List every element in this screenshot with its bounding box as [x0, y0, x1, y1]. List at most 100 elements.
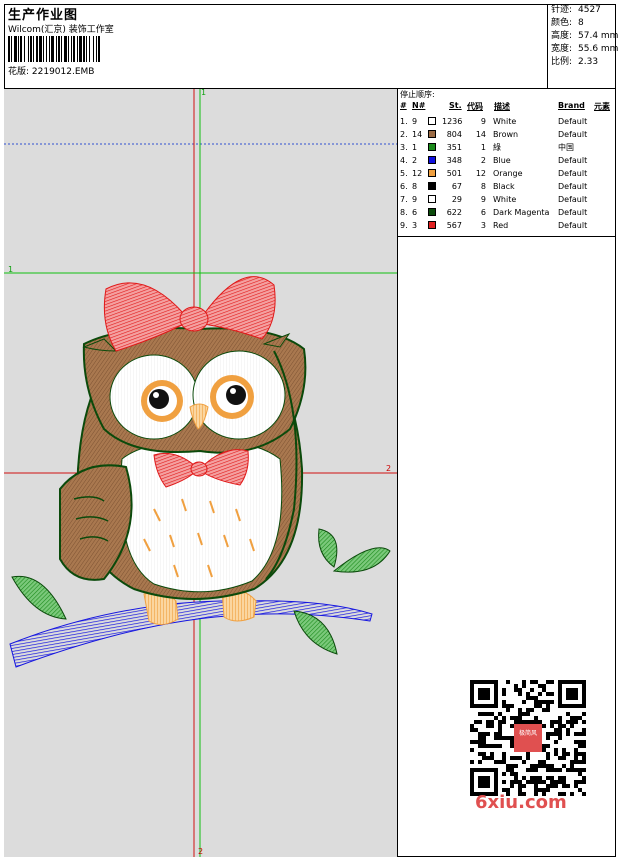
leaf-right [332, 547, 391, 573]
legend-cell-brand: Default [558, 221, 588, 230]
color-swatch [428, 195, 436, 203]
legend-cell-brand: Default [558, 182, 588, 191]
legend-cell-st: 67 [451, 182, 462, 191]
stat-scale: 比例: 2.33 [548, 56, 616, 69]
legend-cell-num: 1. [400, 117, 408, 126]
legend-cell-n: 14 [412, 130, 423, 139]
legend-cell-num: 7. [400, 195, 408, 204]
legend-header-element: 元素 [594, 102, 610, 111]
legend-cell-n: 3 [412, 221, 418, 230]
legend-cell-brand: Default [558, 130, 588, 139]
axis-mark-right: 2 [386, 464, 392, 473]
stat-label: 宽度: [551, 44, 573, 54]
qr-code: 极简风 [470, 680, 586, 800]
legend-cell-num: 6. [400, 182, 408, 191]
legend-cell-num: 8. [400, 208, 408, 217]
legend-cell-desc: White [493, 117, 517, 126]
legend-cell-st: 351 [446, 143, 462, 152]
legend-cell-n: 9 [412, 195, 418, 204]
stat-value: 8 [578, 18, 584, 28]
legend-cell-code: 9 [480, 117, 486, 126]
barcode [8, 36, 142, 62]
bowtie-knot [190, 461, 208, 477]
studio-subtitle: Wilcom(汇京) 装饰工作室 [8, 25, 114, 35]
legend-row: 7. 9 29 9 White Default [398, 193, 616, 206]
legend-row: 8. 6 622 6 Dark Magenta Default [398, 206, 616, 219]
leaf-left [11, 575, 67, 620]
legend-cell-brand: Default [558, 208, 588, 217]
axis-mark-bottom: 2 [198, 847, 204, 856]
axis-mark-left: 1 [8, 265, 14, 274]
legend-header-desc: 描述 [494, 102, 510, 111]
legend-cell-desc: Blue [493, 156, 511, 165]
legend-row: 5. 12 501 12 Orange Default [398, 167, 616, 180]
stat-height: 高度: 57.4 mm [548, 30, 618, 43]
legend-cell-code: 6 [480, 208, 486, 217]
watermark-site: 6xiu.com [475, 792, 567, 813]
stat-label: 比例: [551, 57, 573, 67]
legend-cell-desc: Dark Magenta [493, 208, 550, 217]
legend-cell-st: 1236 [442, 117, 463, 126]
legend-cell-num: 5. [400, 169, 408, 178]
legend-cell-code: 12 [475, 169, 486, 178]
color-swatch [428, 143, 436, 151]
legend-cell-num: 2. [400, 130, 408, 139]
stat-label: 颜色: [551, 18, 573, 28]
bow-knot [179, 306, 209, 332]
legend-cell-code: 1 [480, 143, 486, 152]
legend-row: 4. 2 348 2 Blue Default [398, 154, 616, 167]
legend-cell-n: 8 [412, 182, 418, 191]
legend-cell-st: 804 [446, 130, 462, 139]
header: 生产作业图 Wilcom(汇京) 装饰工作室 花版: 2219012.EMB 针… [4, 4, 619, 89]
legend-cell-n: 6 [412, 208, 418, 217]
axis-mark-top: 1 [201, 89, 207, 97]
owl-pupil-glint-right [230, 388, 236, 394]
leaf-bottom [293, 610, 338, 655]
legend-cell-desc: 綠 [493, 143, 501, 152]
legend-cell-st: 567 [446, 221, 462, 230]
qr-center-badge: 极简风 [514, 724, 542, 752]
legend-header-st: St. [449, 101, 462, 110]
stat-stitches: 针迹: 4527 [548, 4, 616, 17]
legend-cell-brand: Default [558, 169, 588, 178]
stats-panel: 针迹: 4527 颜色: 8 高度: 57.4 mm 宽度: 55.6 mm 比例: 2.… [547, 4, 619, 88]
legend-cell-brand: Default [558, 195, 588, 204]
design-filename: 花版: 2219012.EMB [8, 67, 95, 77]
stat-colors: 颜色: 8 [548, 17, 616, 30]
owl-pupil-glint-left [153, 392, 159, 398]
legend-row: 6. 8 67 8 Black Default [398, 180, 616, 193]
legend-cell-desc: Red [493, 221, 509, 230]
legend-cell-brand: Default [558, 117, 588, 126]
legend-title: 停止顺序: [400, 90, 435, 99]
legend-cell-n: 2 [412, 156, 418, 165]
stat-label: 高度: [551, 31, 573, 41]
legend-cell-n: 1 [412, 143, 418, 152]
owl-design-preview [4, 89, 397, 857]
legend-header-num: # [400, 101, 407, 110]
legend-cell-st: 501 [446, 169, 462, 178]
legend-cell-code: 8 [480, 182, 486, 191]
stat-value: 4527 [578, 5, 601, 15]
legend-cell-brand: 中国 [558, 143, 574, 152]
legend-cell-brand: Default [558, 156, 588, 165]
legend-cell-num: 9. [400, 221, 408, 230]
owl-pupil-left [149, 389, 169, 409]
legend-header-brand: Brand [558, 101, 585, 110]
legend-cell-n: 9 [412, 117, 418, 126]
legend-cell-code: 9 [480, 195, 486, 204]
legend-cell-st: 622 [446, 208, 462, 217]
color-swatch [428, 221, 436, 229]
stat-value: 55.6 mm [578, 44, 619, 54]
legend-header-code: 代码 [467, 102, 483, 111]
color-swatch [428, 130, 436, 138]
color-swatch [428, 182, 436, 190]
stat-value: 2.33 [578, 57, 599, 67]
color-swatch [428, 117, 436, 125]
stat-width: 宽度: 55.6 mm [548, 43, 619, 56]
owl-pupil-right [226, 385, 246, 405]
legend-cell-desc: Black [493, 182, 515, 191]
legend-cell-num: 3. [400, 143, 408, 152]
stat-label: 针迹: [551, 5, 573, 15]
legend-cell-code: 14 [475, 130, 486, 139]
legend-cell-code: 2 [480, 156, 486, 165]
